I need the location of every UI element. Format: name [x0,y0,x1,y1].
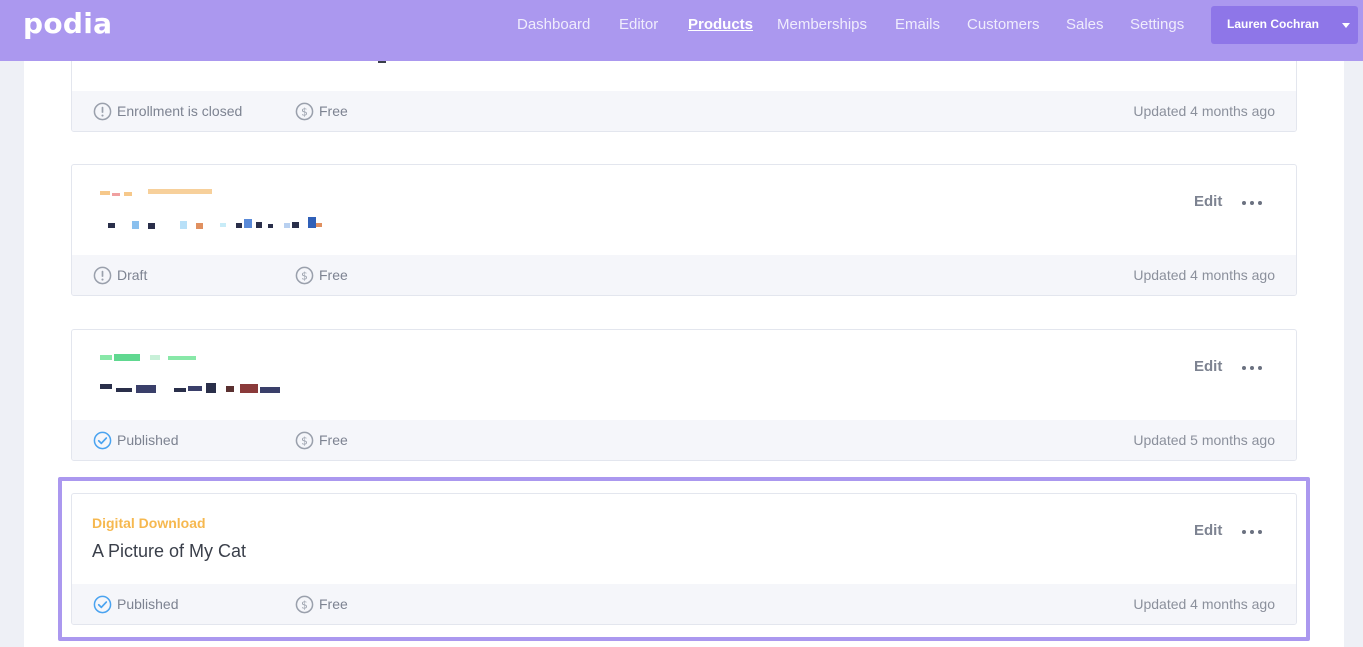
product-status: Published [93,595,179,613]
redacted-product-info [100,354,280,393]
redacted-product-info [100,189,322,229]
edit-link[interactable]: Edit [1194,358,1222,375]
product-card-footer: Draft $ Free Updated 4 months ago [72,255,1296,295]
product-price: $ Free [295,431,348,449]
svg-text:$: $ [301,106,308,118]
updated-label: Updated 4 months ago [1133,267,1275,283]
nav-customers[interactable]: Customers [967,16,1040,33]
edit-link[interactable]: Edit [1194,522,1222,539]
updated-label: Updated 4 months ago [1133,596,1275,612]
product-price: $ Free [295,595,348,613]
check-circle-icon [93,431,112,449]
product-card-highlighted: Digital Download A Picture of My Cat Edi… [71,493,1297,625]
price-label: Free [319,267,348,283]
top-navigation-bar: podia Dashboard Editor Products Membersh… [0,0,1363,61]
product-title[interactable]: A Picture of My Cat [92,541,246,562]
caret-down-icon [1342,23,1350,28]
check-circle-icon [93,595,112,613]
product-price: $ Free [295,102,348,120]
nav-memberships[interactable]: Memberships [777,16,867,33]
nav-settings[interactable]: Settings [1130,16,1184,33]
svg-text:$: $ [301,435,308,447]
svg-text:$: $ [301,270,308,282]
exclamation-circle-icon [93,102,112,120]
product-card-footer: Published $ Free Updated 4 months ago [72,584,1296,624]
updated-label: Updated 5 months ago [1133,432,1275,448]
updated-label: Updated 4 months ago [1133,103,1275,119]
more-options-icon[interactable] [1242,366,1266,374]
price-label: Free [319,103,348,119]
product-card-footer: Enrollment is closed $ Free Updated 4 mo… [72,91,1296,131]
product-price: $ Free [295,266,348,284]
more-options-icon[interactable] [1242,530,1266,538]
product-card: Edit Published $ Free Updated 5 months a… [71,329,1297,461]
nav-dashboard[interactable]: Dashboard [517,16,590,33]
price-label: Free [319,432,348,448]
edit-link[interactable]: Edit [1194,193,1222,210]
dollar-circle-icon: $ [295,266,314,284]
product-card: Edit Draft $ Free Updated 4 months ago [71,164,1297,296]
nav-emails[interactable]: Emails [895,16,940,33]
nav-products[interactable]: Products [688,16,753,33]
price-label: Free [319,596,348,612]
status-label: Published [117,596,179,612]
status-label: Published [117,432,179,448]
nav-sales[interactable]: Sales [1066,16,1104,33]
status-label: Enrollment is closed [117,103,243,119]
dollar-circle-icon: $ [295,102,314,120]
nav-editor[interactable]: Editor [619,16,658,33]
exclamation-circle-icon [93,266,112,284]
user-menu-button[interactable]: Lauren Cochran [1211,6,1358,44]
more-options-icon[interactable] [1242,201,1266,209]
product-status: Published [93,431,179,449]
product-card-footer: Published $ Free Updated 5 months ago [72,420,1296,460]
svg-text:$: $ [301,599,308,611]
dollar-circle-icon: $ [295,595,314,613]
product-type-label: Digital Download [92,515,206,531]
product-status: Draft [93,266,147,284]
user-name: Lauren Cochran [1227,17,1320,31]
status-label: Draft [117,267,148,283]
dollar-circle-icon: $ [295,431,314,449]
product-status: Enrollment is closed [93,102,242,120]
nav-links: Dashboard Editor Products Memberships Em… [0,0,1363,48]
